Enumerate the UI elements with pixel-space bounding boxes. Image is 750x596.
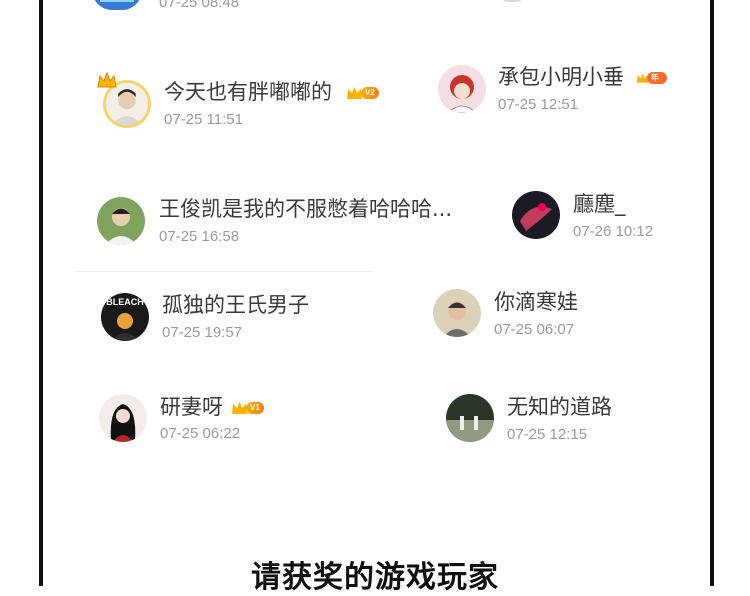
timestamp: 07-25 06:22 xyxy=(160,425,241,442)
timestamp: 07-25 06:07 xyxy=(494,321,575,338)
vip-badge: V2 xyxy=(346,85,379,101)
crown-icon xyxy=(97,71,117,90)
section-title: 请获奖的游戏玩家 xyxy=(251,560,499,595)
timestamp: 07-25 16:58 xyxy=(159,228,240,245)
frame-border-left xyxy=(39,0,43,586)
avatar xyxy=(433,289,481,337)
vip-level: V1 xyxy=(246,402,264,414)
row-divider xyxy=(76,271,372,272)
player-name: 你滴寒娃 xyxy=(494,290,578,314)
timestamp: 07-25 19:57 xyxy=(162,324,243,341)
avatar xyxy=(92,0,142,10)
player-name: 研妻呀 xyxy=(160,395,223,419)
avatar xyxy=(97,197,145,245)
player-name: 廳塵_ xyxy=(573,192,626,216)
timestamp: 07-25 08:48 xyxy=(159,0,240,11)
player-name: 孤独的王氏男子 xyxy=(162,293,309,317)
frame-border-right xyxy=(710,0,714,586)
timestamp: 07-26 10:12 xyxy=(573,223,654,240)
player-name: 今天也有胖嘟嘟的 xyxy=(164,80,332,104)
vip-level: 年费 xyxy=(646,72,667,94)
player-name: 王俊凯是我的不服憋着哈哈哈... xyxy=(159,197,453,221)
vip-badge: 年费 xyxy=(636,70,667,94)
timestamp: 07-25 12:15 xyxy=(507,426,588,443)
avatar xyxy=(438,65,486,113)
player-name: 承包小明小垂 xyxy=(498,65,624,89)
avatar xyxy=(512,191,560,239)
player-name: 无知的道路 xyxy=(507,395,612,419)
avatar: BLEACH xyxy=(101,293,149,341)
timestamp: 07-25 11:51 xyxy=(164,111,243,128)
avatar-logo-text: BLEACH xyxy=(106,297,144,307)
vip-badge: V1 xyxy=(231,400,264,416)
avatar xyxy=(446,394,494,442)
avatar-partial-right xyxy=(500,0,524,2)
vip-level: V2 xyxy=(361,87,379,99)
timestamp: 07-25 12:51 xyxy=(498,96,579,113)
avatar xyxy=(99,394,147,442)
